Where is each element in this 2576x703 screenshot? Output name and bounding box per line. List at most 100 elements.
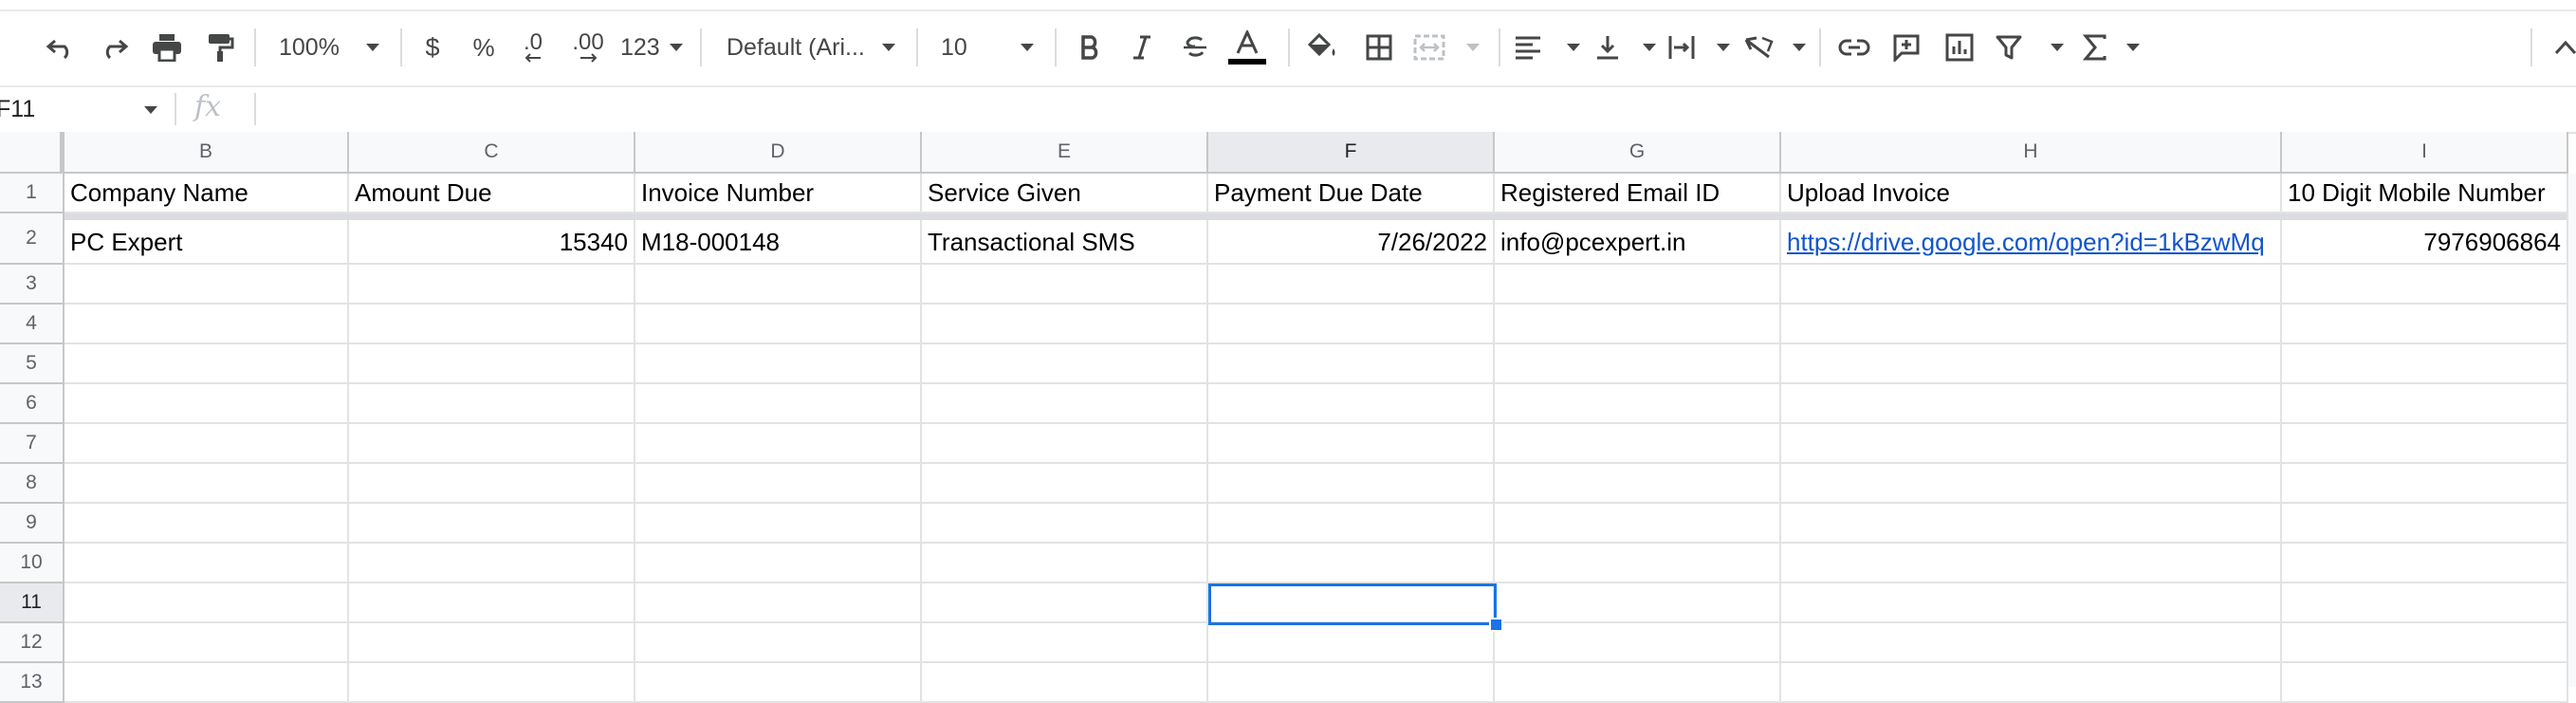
cell[interactable] bbox=[1781, 265, 2282, 305]
cell[interactable] bbox=[64, 464, 349, 504]
font-family-dropdown[interactable]: Default (Ari... bbox=[721, 24, 901, 71]
cell[interactable] bbox=[635, 544, 922, 583]
header-cell[interactable]: 10 Digit Mobile Number bbox=[2282, 174, 2568, 213]
cell[interactable] bbox=[1495, 623, 1781, 663]
cell[interactable] bbox=[349, 464, 635, 504]
cell[interactable] bbox=[2282, 544, 2568, 583]
cell[interactable] bbox=[922, 344, 1208, 384]
cell[interactable] bbox=[1781, 384, 2282, 424]
comment-icon[interactable] bbox=[1886, 24, 1927, 71]
cell[interactable] bbox=[922, 464, 1208, 504]
cell[interactable] bbox=[2282, 265, 2568, 305]
name-box[interactable]: F11 bbox=[0, 87, 167, 132]
cell[interactable] bbox=[349, 384, 635, 424]
cell[interactable] bbox=[1495, 424, 1781, 464]
column-header-i[interactable]: I bbox=[2282, 132, 2568, 174]
functions-icon[interactable] bbox=[2083, 24, 2140, 71]
cell[interactable] bbox=[2282, 344, 2568, 384]
data-cell[interactable]: 7/26/2022 bbox=[1208, 213, 1495, 265]
cell[interactable] bbox=[1495, 464, 1781, 504]
select-all-corner[interactable] bbox=[0, 132, 64, 174]
header-cell[interactable]: Service Given bbox=[922, 174, 1208, 213]
cell[interactable] bbox=[64, 583, 349, 623]
cell[interactable] bbox=[64, 504, 349, 544]
print-icon[interactable] bbox=[146, 24, 188, 71]
cell[interactable] bbox=[1208, 384, 1495, 424]
cell[interactable] bbox=[1495, 305, 1781, 344]
active-cell-selection[interactable] bbox=[1208, 583, 1497, 625]
column-header-c[interactable]: C bbox=[349, 132, 635, 174]
header-cell[interactable]: Company Name bbox=[64, 174, 349, 213]
cell[interactable] bbox=[349, 265, 635, 305]
cell[interactable] bbox=[349, 504, 635, 544]
cell[interactable] bbox=[922, 623, 1208, 663]
row-header-8[interactable]: 8 bbox=[0, 464, 64, 504]
cell[interactable] bbox=[349, 424, 635, 464]
row-header-5[interactable]: 5 bbox=[0, 344, 64, 384]
row-header-4[interactable]: 4 bbox=[0, 305, 64, 344]
header-cell[interactable]: Invoice Number bbox=[635, 174, 922, 213]
cell[interactable] bbox=[922, 663, 1208, 703]
fill-handle[interactable] bbox=[1489, 618, 1503, 632]
cell[interactable] bbox=[1208, 265, 1495, 305]
merge-cells-icon[interactable] bbox=[1413, 24, 1480, 71]
cell[interactable] bbox=[1208, 464, 1495, 504]
cell[interactable] bbox=[635, 504, 922, 544]
column-header-b[interactable]: B bbox=[64, 132, 349, 174]
cell[interactable] bbox=[922, 424, 1208, 464]
cell[interactable] bbox=[1495, 504, 1781, 544]
cell[interactable] bbox=[1781, 344, 2282, 384]
cell[interactable] bbox=[635, 583, 922, 623]
percent-format-button[interactable]: % bbox=[465, 24, 503, 71]
cell[interactable] bbox=[635, 623, 922, 663]
data-cell[interactable]: 7976906864 bbox=[2282, 213, 2568, 265]
data-cell[interactable]: Transactional SMS bbox=[922, 213, 1208, 265]
cell[interactable] bbox=[635, 424, 922, 464]
cell[interactable] bbox=[2282, 663, 2568, 703]
cell[interactable] bbox=[64, 424, 349, 464]
cell[interactable] bbox=[349, 663, 635, 703]
row-header-1[interactable]: 1 bbox=[0, 174, 64, 213]
horizontal-align-icon[interactable] bbox=[1514, 24, 1580, 71]
cell[interactable] bbox=[1781, 623, 2282, 663]
row-header-9[interactable]: 9 bbox=[0, 504, 64, 544]
header-cell[interactable]: Upload Invoice bbox=[1781, 174, 2282, 213]
cell[interactable] bbox=[2282, 384, 2568, 424]
column-header-g[interactable]: G bbox=[1495, 132, 1781, 174]
cell[interactable] bbox=[1208, 623, 1495, 663]
frozen-row-divider[interactable] bbox=[64, 213, 2576, 220]
fill-color-icon[interactable] bbox=[1301, 24, 1345, 71]
cell[interactable] bbox=[922, 504, 1208, 544]
row-header-7[interactable]: 7 bbox=[0, 424, 64, 464]
column-header-e[interactable]: E bbox=[922, 132, 1208, 174]
chart-icon[interactable] bbox=[1939, 24, 1980, 71]
strikethrough-icon[interactable] bbox=[1174, 24, 1216, 71]
cell[interactable] bbox=[1781, 504, 2282, 544]
text-wrapping-icon[interactable] bbox=[1667, 24, 1730, 71]
cell[interactable] bbox=[349, 544, 635, 583]
cell[interactable] bbox=[1495, 544, 1781, 583]
data-cell[interactable]: M18-000148 bbox=[635, 213, 922, 265]
header-cell[interactable]: Registered Email ID bbox=[1495, 174, 1781, 213]
cell[interactable] bbox=[349, 305, 635, 344]
vertical-align-icon[interactable] bbox=[1595, 24, 1656, 71]
row-header-6[interactable]: 6 bbox=[0, 384, 64, 424]
cell[interactable] bbox=[64, 305, 349, 344]
cell[interactable] bbox=[64, 663, 349, 703]
cell[interactable] bbox=[1208, 504, 1495, 544]
cell[interactable] bbox=[635, 464, 922, 504]
cell[interactable] bbox=[349, 623, 635, 663]
cell[interactable] bbox=[2282, 504, 2568, 544]
row-header-2[interactable]: 2 bbox=[0, 213, 64, 265]
cell[interactable] bbox=[1495, 384, 1781, 424]
bold-icon[interactable] bbox=[1070, 24, 1112, 71]
row-header-10[interactable]: 10 bbox=[0, 544, 64, 583]
cell[interactable] bbox=[922, 305, 1208, 344]
header-cell[interactable]: Amount Due bbox=[349, 174, 635, 213]
cell[interactable] bbox=[1781, 464, 2282, 504]
cell[interactable] bbox=[1495, 344, 1781, 384]
text-rotation-icon[interactable] bbox=[1743, 24, 1806, 71]
row-header-13[interactable]: 13 bbox=[0, 663, 64, 703]
cell[interactable] bbox=[2282, 464, 2568, 504]
data-cell[interactable]: info@pcexpert.in bbox=[1495, 213, 1781, 265]
